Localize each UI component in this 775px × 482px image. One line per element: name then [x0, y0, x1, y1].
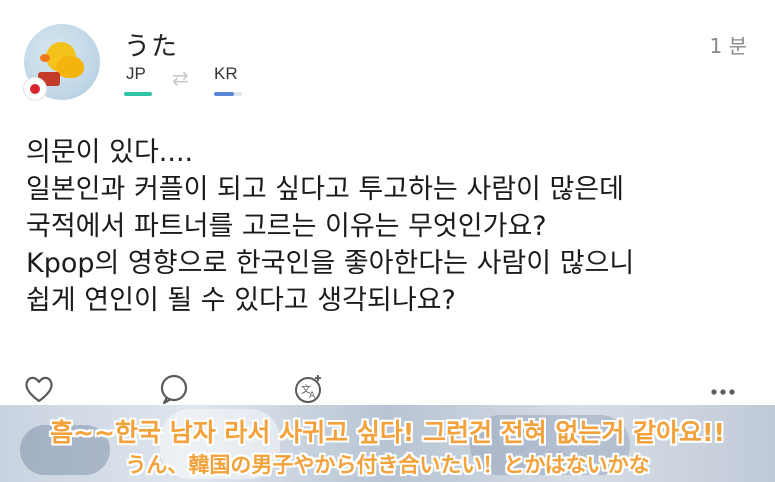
post-body-line: 쉽게 연인이 될 수 있다고 생각되나요?: [26, 285, 456, 316]
heart-icon[interactable]: [22, 372, 56, 406]
target-language: KR: [214, 64, 238, 83]
post-body: 의문이 있다.... 일본인과 커플이 되고 싶다고 투고하는 사람이 많은데 …: [26, 134, 756, 319]
swap-arrows-icon: ⇄: [172, 66, 189, 90]
post-body-line: Kpop의 영향으로 한국인을 좋아한다는 사람이 많으니: [26, 248, 635, 279]
svg-text:A: A: [309, 391, 316, 401]
video-caption-band: 흠~~한국 남자 라서 사귀고 싶다! 그런건 전혀 없는거 같아요!! うん、…: [0, 405, 775, 482]
korean-subtitle: 흠~~한국 남자 라서 사귀고 싶다! 그런건 전혀 없는거 같아요!!: [50, 418, 725, 447]
post-body-line: 국적에서 파트너를 고르는 이유는 무엇인가요?: [26, 211, 547, 242]
language-pair: JP ⇄ KR: [124, 64, 264, 98]
more-icon[interactable]: [706, 372, 740, 406]
translate-icon[interactable]: 文 A: [292, 372, 326, 406]
post-body-line: 의문이 있다....: [26, 137, 194, 168]
japanese-subtitle: うん、韓国の男子やから付き合いたい！とかはないかな: [125, 453, 650, 477]
post-body-line: 일본인과 커플이 되고 싶다고 투고하는 사람이 많은데: [26, 174, 624, 205]
post-actions: 文 A: [0, 372, 775, 406]
source-language-level-bar: [124, 92, 152, 96]
chick-illustration: [46, 42, 84, 78]
chick-beak: [40, 54, 50, 62]
source-language: JP: [126, 64, 146, 83]
post-card: うた JP ⇄ KR 1 분 의문이 있다.... 일본인과 커플이 되고 싶다…: [0, 0, 775, 405]
comment-icon[interactable]: [157, 372, 191, 406]
japan-flag-icon: [24, 78, 46, 100]
target-language-level-bar: [214, 92, 242, 96]
username[interactable]: うた: [124, 26, 178, 63]
post-timestamp: 1 분: [709, 34, 747, 58]
